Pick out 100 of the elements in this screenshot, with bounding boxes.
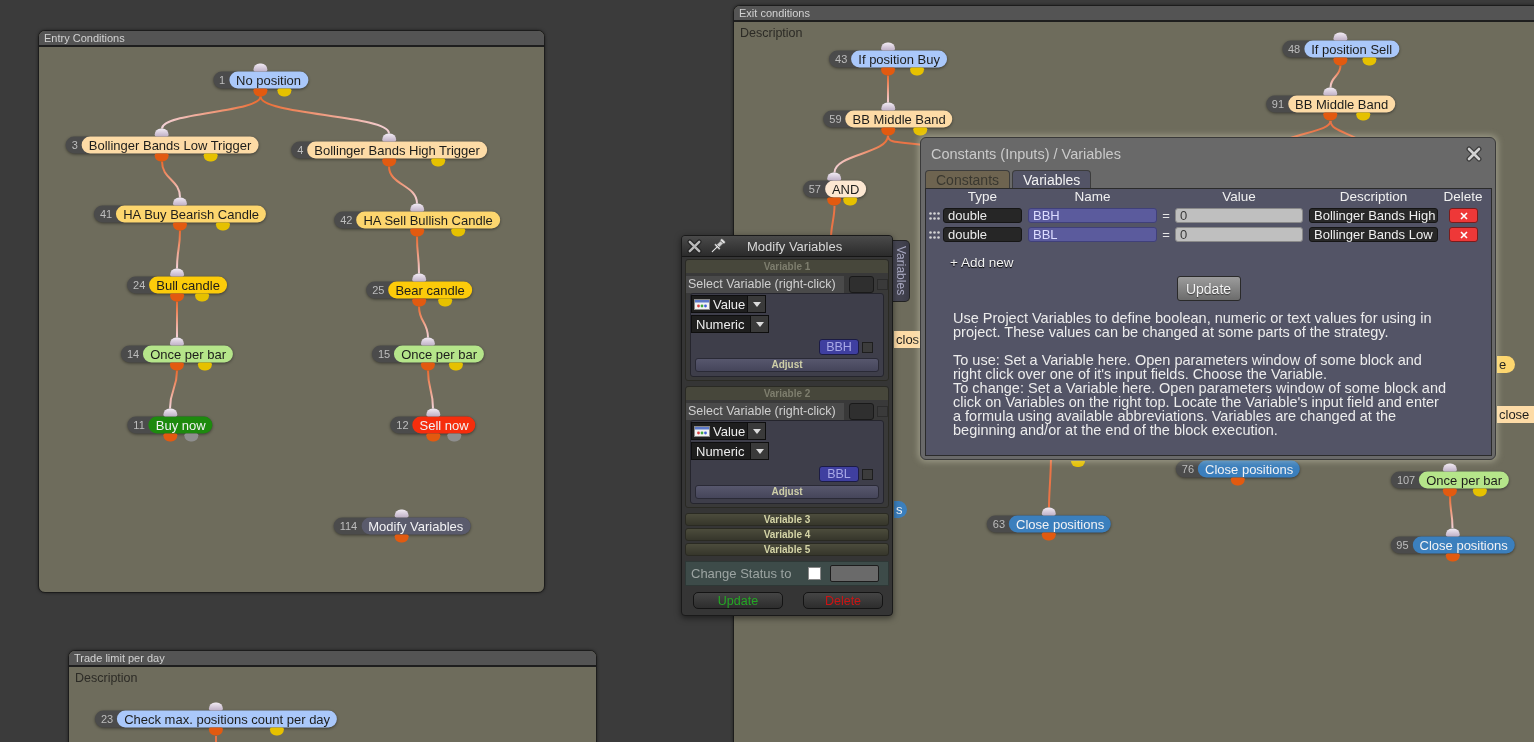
secondary-port-icon[interactable] <box>843 197 858 206</box>
input-port-icon[interactable] <box>170 268 184 277</box>
secondary-port-icon[interactable] <box>430 158 445 167</box>
input-port-icon[interactable] <box>421 337 435 346</box>
secondary-port-icon[interactable] <box>913 127 928 136</box>
adjust-button[interactable]: Adjust <box>695 485 879 499</box>
status-color-field[interactable] <box>830 565 880 582</box>
type-field[interactable]: double <box>943 208 1022 223</box>
pin-icon[interactable] <box>709 237 727 255</box>
input-port-icon[interactable] <box>1333 32 1348 41</box>
input-port-icon[interactable] <box>881 42 895 51</box>
add-new-link[interactable]: + Add new <box>950 255 1014 271</box>
secondary-port-icon[interactable] <box>269 727 284 736</box>
value-field[interactable]: 0 <box>1175 208 1303 223</box>
checkbox[interactable] <box>862 341 873 353</box>
checkbox[interactable] <box>862 468 873 480</box>
input-port-icon[interactable] <box>173 197 187 206</box>
dropdown-button[interactable] <box>747 423 765 439</box>
block-node[interactable]: 11 Buy now <box>127 416 213 434</box>
block-node[interactable]: 4 Bollinger Bands High Trigger <box>291 141 487 159</box>
data-type-dropdown[interactable]: Numeric <box>691 315 769 333</box>
input-port-icon[interactable] <box>253 63 268 72</box>
dropdown-button[interactable] <box>747 296 765 312</box>
secondary-port-icon[interactable] <box>1362 57 1377 66</box>
secondary-port-icon[interactable] <box>1071 461 1085 467</box>
section-header[interactable]: Variable 5 <box>685 543 889 556</box>
block-label[interactable]: e <box>1497 356 1515 373</box>
input-port-icon[interactable] <box>163 408 177 417</box>
dropdown-button[interactable] <box>750 316 768 332</box>
block-node[interactable]: 91 BB Middle Band <box>1265 95 1396 113</box>
input-port-icon[interactable] <box>155 128 169 137</box>
input-port-icon[interactable] <box>209 702 223 711</box>
input-port-icon[interactable] <box>1445 528 1460 537</box>
variable-name-field[interactable]: BBH <box>819 339 859 355</box>
variable-select-field[interactable] <box>849 403 874 420</box>
input-port-icon[interactable] <box>881 102 895 111</box>
secondary-port-icon[interactable] <box>277 88 292 97</box>
drag-handle-icon[interactable] <box>929 211 940 220</box>
input-port-icon[interactable] <box>426 408 440 417</box>
type-field[interactable]: double <box>943 227 1022 242</box>
block-node[interactable]: 95 Close positions <box>1390 536 1515 554</box>
close-icon[interactable] <box>1466 146 1482 162</box>
variable-name-field[interactable]: BBL <box>819 466 859 482</box>
secondary-port-icon[interactable] <box>447 433 462 442</box>
name-field[interactable]: BBH <box>1028 208 1157 223</box>
output-port-icon[interactable] <box>163 433 177 442</box>
value-field[interactable]: 0 <box>1175 227 1303 242</box>
block-node[interactable]: 3 Bollinger Bands Low Trigger <box>65 136 259 154</box>
block-node[interactable]: 59 BB Middle Band <box>823 110 953 128</box>
close-icon[interactable] <box>687 238 702 254</box>
block-node[interactable]: 23 Check max. positions count per day <box>94 710 338 728</box>
input-port-icon[interactable] <box>412 273 426 282</box>
description-field[interactable]: Bollinger Bands High <box>1309 208 1438 223</box>
secondary-port-icon[interactable] <box>184 433 199 442</box>
block-node[interactable]: 12 Sell now <box>390 416 476 434</box>
input-port-icon[interactable] <box>395 509 409 518</box>
secondary-port-icon[interactable] <box>438 298 453 307</box>
block-node[interactable]: 57 AND <box>802 180 867 198</box>
delete-button[interactable] <box>1449 208 1478 223</box>
section-header[interactable]: Variable 4 <box>685 528 889 541</box>
input-port-icon[interactable] <box>1042 507 1056 516</box>
output-port-icon[interactable] <box>1323 112 1338 121</box>
block-node[interactable]: 1 No position <box>212 71 309 89</box>
secondary-port-icon[interactable] <box>1355 112 1370 121</box>
checkbox[interactable] <box>808 567 822 580</box>
description-field[interactable]: Bollinger Bands Low <box>1309 227 1438 242</box>
tab[interactable]: Variables <box>1012 170 1092 188</box>
delete-button[interactable] <box>1449 227 1478 242</box>
input-port-icon[interactable] <box>170 337 184 346</box>
input-port-icon[interactable] <box>382 133 396 142</box>
value-type-dropdown[interactable]: Value <box>691 422 766 440</box>
input-port-icon[interactable] <box>1323 87 1338 96</box>
block-node[interactable]: 14 Once per bar <box>120 345 234 363</box>
block-node[interactable]: 25 Bear candle <box>366 281 472 299</box>
update-button[interactable]: Update <box>693 592 783 609</box>
block-label[interactable]: close <box>1497 406 1534 423</box>
secondary-port-icon[interactable] <box>203 153 218 162</box>
block-node[interactable]: 15 Once per bar <box>371 345 485 363</box>
output-port-icon[interactable] <box>881 127 895 136</box>
secondary-port-icon[interactable] <box>449 362 464 371</box>
secondary-port-icon[interactable] <box>1472 488 1487 497</box>
name-field[interactable]: BBL <box>1028 227 1157 242</box>
block-node[interactable]: 114 Modify Variables <box>333 517 471 535</box>
secondary-port-icon[interactable] <box>198 362 213 371</box>
drag-handle-icon[interactable] <box>929 230 940 239</box>
block-node[interactable]: 42 HA Sell Bullish Candle <box>334 211 500 229</box>
block-label[interactable]: clos <box>894 331 922 348</box>
data-type-dropdown[interactable]: Numeric <box>691 442 769 460</box>
secondary-port-icon[interactable] <box>194 293 209 302</box>
input-port-icon[interactable] <box>410 203 424 212</box>
select-variable-label[interactable]: Select Variable (right-click) <box>686 276 844 293</box>
block-node[interactable]: 63 Close positions <box>986 515 1112 533</box>
block-node[interactable]: 41 HA Buy Bearish Candle <box>93 205 267 223</box>
output-port-icon[interactable] <box>395 534 409 543</box>
section-header[interactable]: Variable 3 <box>685 513 889 526</box>
output-port-icon[interactable] <box>155 153 169 162</box>
output-port-icon[interactable] <box>1445 553 1460 562</box>
input-port-icon[interactable] <box>827 172 842 181</box>
block-node[interactable]: 48 If position Sell <box>1281 40 1400 58</box>
input-port-icon[interactable] <box>1443 463 1457 472</box>
